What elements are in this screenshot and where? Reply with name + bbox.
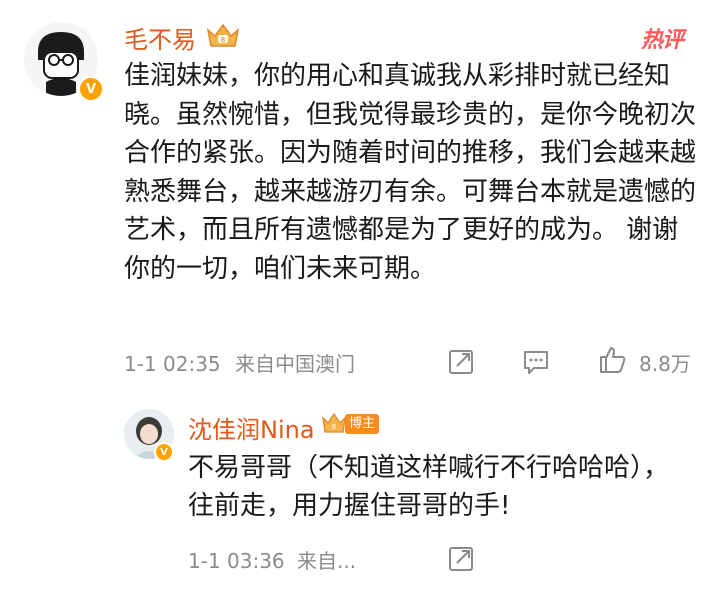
reply-timestamp-location: 1-1 03:36 来自... bbox=[188, 545, 356, 574]
reply-crown-badge-icon: 6 bbox=[322, 412, 346, 433]
comment-text: 佳润妹妹，你的用心和真诚我从彩排时就已经知晓。虽然惋惜，但我觉得最珍贵的，是你今… bbox=[124, 61, 697, 284]
reply-location: 来自... bbox=[297, 549, 357, 573]
location: 来自中国澳门 bbox=[235, 352, 356, 376]
like-count: 8.8万 bbox=[639, 352, 691, 376]
reply-text: 不易哥哥（不知道这样喊行不行哈哈哈），往前走，用力握住哥哥的手! bbox=[188, 453, 670, 521]
share-icon[interactable] bbox=[447, 348, 475, 376]
reply-verified-badge-icon: V bbox=[154, 442, 174, 462]
timestamp: 1-1 02:35 bbox=[124, 352, 221, 376]
username[interactable]: 毛不易 bbox=[124, 20, 196, 55]
svg-text:6: 6 bbox=[332, 423, 337, 431]
timestamp-location: 1-1 02:35 来自中国澳门 bbox=[124, 348, 355, 377]
reply-timestamp: 1-1 03:36 bbox=[188, 549, 285, 573]
reply-username[interactable]: 沈佳润Nina bbox=[188, 410, 315, 445]
svg-text:8: 8 bbox=[221, 36, 225, 44]
reply-share-icon[interactable] bbox=[447, 545, 475, 573]
comment-icon[interactable] bbox=[522, 348, 550, 376]
blogger-badge: 博主 bbox=[345, 414, 380, 434]
crown-badge-icon: 8 bbox=[206, 23, 240, 47]
verified-badge-icon: V bbox=[78, 76, 104, 102]
hot-comment-label: 热评 bbox=[641, 28, 684, 53]
like-icon[interactable] bbox=[597, 344, 629, 376]
